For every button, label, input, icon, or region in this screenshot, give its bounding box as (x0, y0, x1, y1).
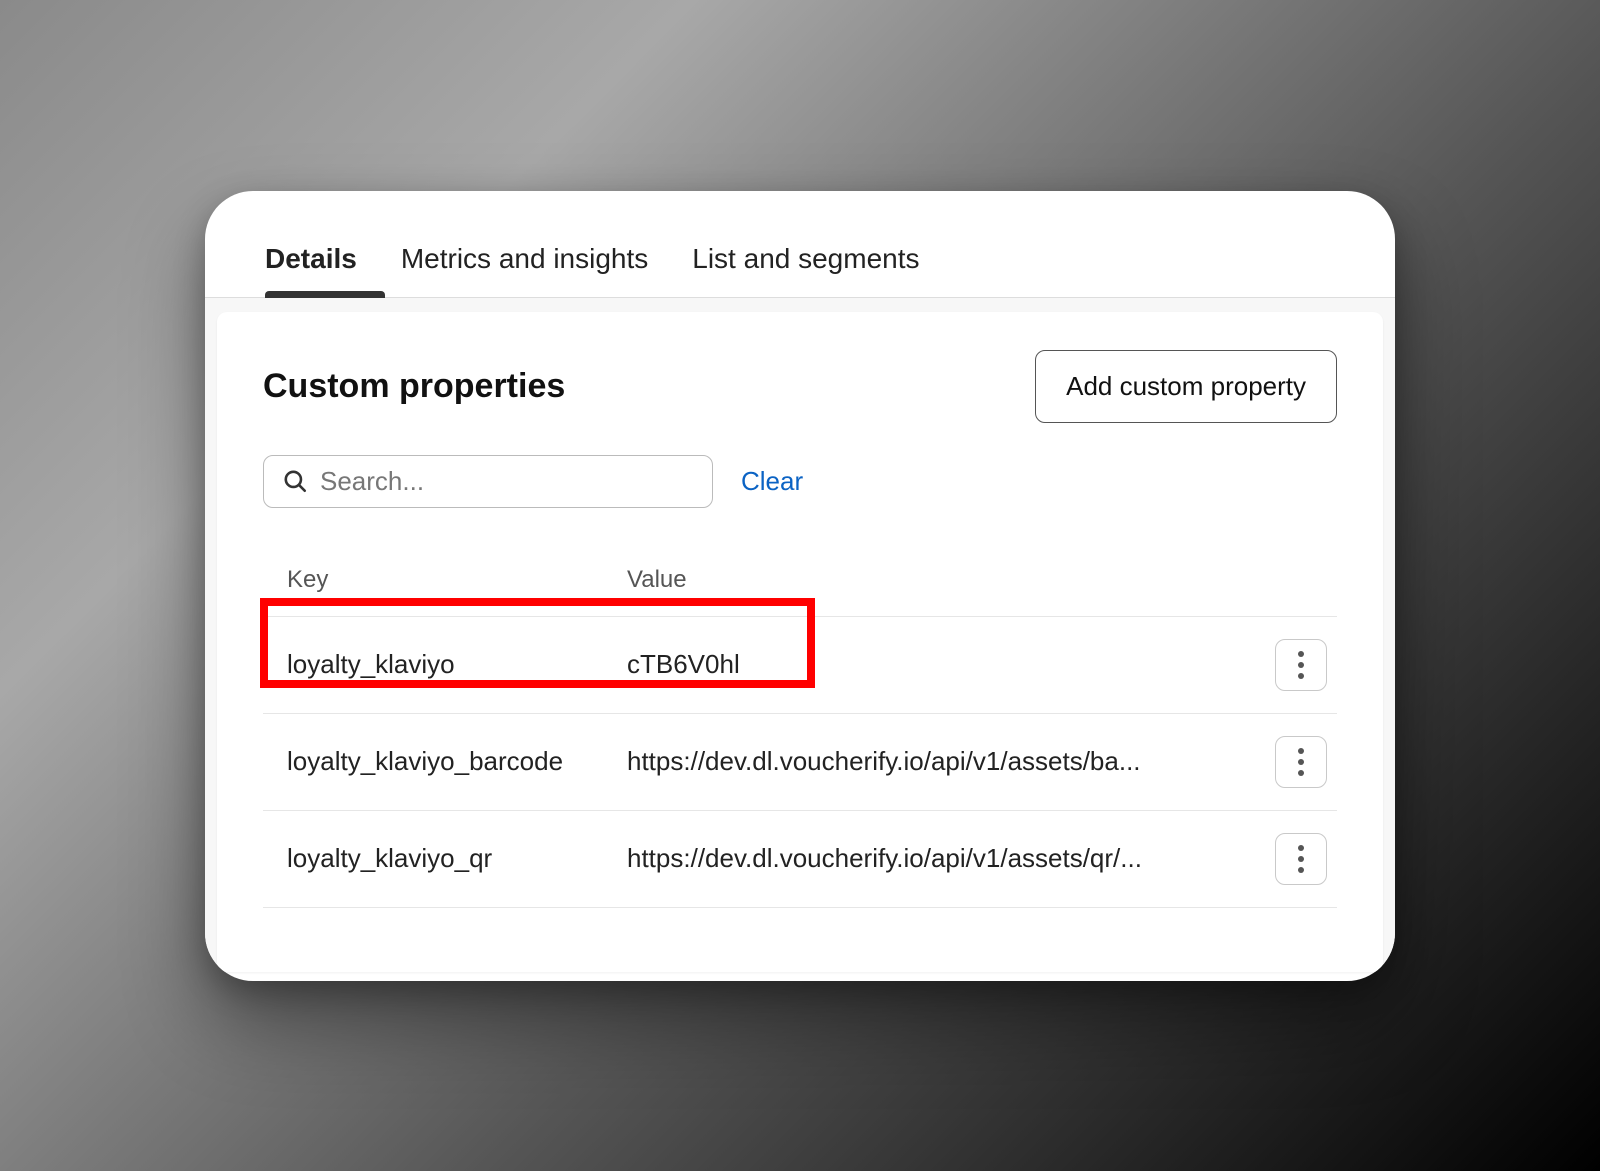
property-value: cTB6V0hl (627, 649, 1247, 680)
add-custom-property-button[interactable]: Add custom property (1035, 350, 1337, 423)
more-vertical-icon (1298, 662, 1304, 668)
tab-metrics-insights[interactable]: Metrics and insights (401, 243, 648, 297)
table-row: loyalty_klaviyo cTB6V0hl (263, 617, 1337, 714)
panel-container: Custom properties Add custom property Cl… (205, 298, 1395, 972)
table-row: loyalty_klaviyo_barcode https://dev.dl.v… (263, 714, 1337, 811)
panel-header: Custom properties Add custom property (263, 350, 1337, 423)
column-header-key: Key (287, 566, 627, 594)
row-actions-button[interactable] (1275, 833, 1327, 885)
table-row: loyalty_klaviyo_qr https://dev.dl.vouche… (263, 811, 1337, 908)
tab-details[interactable]: Details (265, 243, 357, 297)
tab-list-segments[interactable]: List and segments (692, 243, 919, 297)
row-actions-button[interactable] (1275, 639, 1327, 691)
app-window: Details Metrics and insights List and se… (205, 191, 1395, 981)
properties-table: Key Value loyalty_klaviyo cTB6V0hl loy (263, 544, 1337, 908)
property-key: loyalty_klaviyo_qr (287, 843, 627, 874)
more-vertical-icon (1298, 856, 1304, 862)
more-vertical-icon (1298, 759, 1304, 765)
property-key: loyalty_klaviyo_barcode (287, 746, 627, 777)
search-icon (282, 468, 308, 494)
custom-properties-panel: Custom properties Add custom property Cl… (217, 312, 1383, 972)
search-input[interactable] (320, 466, 694, 497)
search-field-wrapper[interactable] (263, 455, 713, 508)
clear-link[interactable]: Clear (741, 466, 803, 497)
property-value: https://dev.dl.voucherify.io/api/v1/asse… (627, 746, 1247, 777)
property-key: loyalty_klaviyo (287, 649, 627, 680)
property-value: https://dev.dl.voucherify.io/api/v1/asse… (627, 843, 1247, 874)
row-actions-button[interactable] (1275, 736, 1327, 788)
table-header: Key Value (263, 544, 1337, 617)
panel-title: Custom properties (263, 367, 565, 406)
search-row: Clear (263, 455, 1337, 508)
tab-bar: Details Metrics and insights List and se… (205, 191, 1395, 298)
column-header-value: Value (627, 566, 1247, 594)
